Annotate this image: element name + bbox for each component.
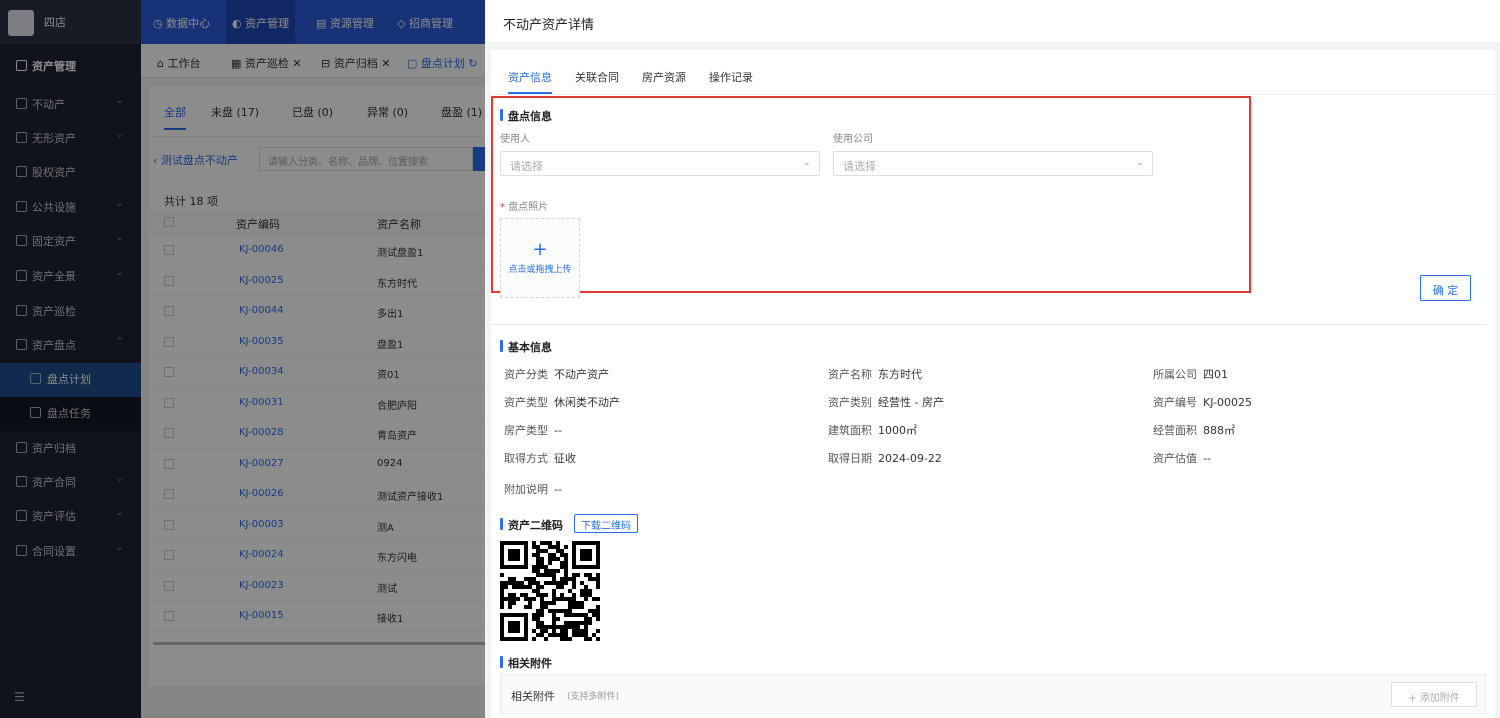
info-field: 资产类型 休闲类不动产 <box>504 396 620 409</box>
modal-mask[interactable] <box>0 0 485 718</box>
info-field: 资产编号 KJ-00025 <box>1153 396 1253 409</box>
tab-operation-log[interactable]: 操作记录 <box>709 69 753 85</box>
confirm-button[interactable]: 确 定 <box>1420 275 1471 301</box>
info-field: 资产名称 东方时代 <box>828 368 922 381</box>
info-field: 建筑面积 1000㎡ <box>828 424 917 437</box>
qr-section-title: 资产二维码 <box>500 517 563 533</box>
basic-info-title: 基本信息 <box>500 339 552 355</box>
attachment-panel: 相关附件 (支持多附件) + 添加附件 <box>500 674 1486 714</box>
drawer-title: 不动产资产详情 <box>503 18 595 33</box>
attachment-section-title: 相关附件 <box>500 655 552 671</box>
add-attachment-button[interactable]: + 添加附件 <box>1391 682 1477 707</box>
asset-detail-drawer: 不动产资产详情 资产信息 关联合同 房产资源 操作记录 盘点信息 使用人 请选择… <box>485 0 1500 718</box>
drawer-body: 资产信息 关联合同 房产资源 操作记录 盘点信息 使用人 请选择 ⌄ 使用公司 请… <box>491 50 1495 718</box>
info-field: 房产类型 -- <box>504 424 562 437</box>
company-select[interactable]: 请选择 ⌄ <box>833 151 1153 176</box>
tab-related-contracts[interactable]: 关联合同 <box>575 69 619 85</box>
info-field: 取得日期 2024-09-22 <box>828 452 942 465</box>
info-field: 资产类别 经营性 - 房产 <box>828 396 944 409</box>
info-field: 资产分类 不动产资产 <box>504 368 609 381</box>
download-qr-button[interactable]: 下载二维码 <box>574 514 638 533</box>
info-field: 取得方式 征收 <box>504 452 576 465</box>
asset-qr-code <box>500 541 600 641</box>
tab-property-resources[interactable]: 房产资源 <box>642 69 686 85</box>
user-select[interactable]: 请选择 ⌄ <box>500 151 820 176</box>
tab-asset-info[interactable]: 资产信息 <box>508 69 552 85</box>
highlight-box <box>491 96 1251 293</box>
info-field: 资产估值 -- <box>1153 452 1211 465</box>
chevron-down-icon: ⌄ <box>1135 157 1144 168</box>
plus-icon: + <box>532 239 548 260</box>
drawer-header: 不动产资产详情 <box>485 0 1500 42</box>
photo-label: * 盘点照片 <box>500 202 549 213</box>
chevron-down-icon: ⌄ <box>802 157 811 168</box>
photo-upload[interactable]: + 点击或拖拽上传 <box>500 218 580 298</box>
inventory-section-title: 盘点信息 <box>500 108 552 124</box>
info-field: 所属公司 四01 <box>1153 368 1228 381</box>
info-field: 经营面积 888㎡ <box>1153 424 1235 437</box>
info-field: 附加说明 -- <box>504 483 562 496</box>
